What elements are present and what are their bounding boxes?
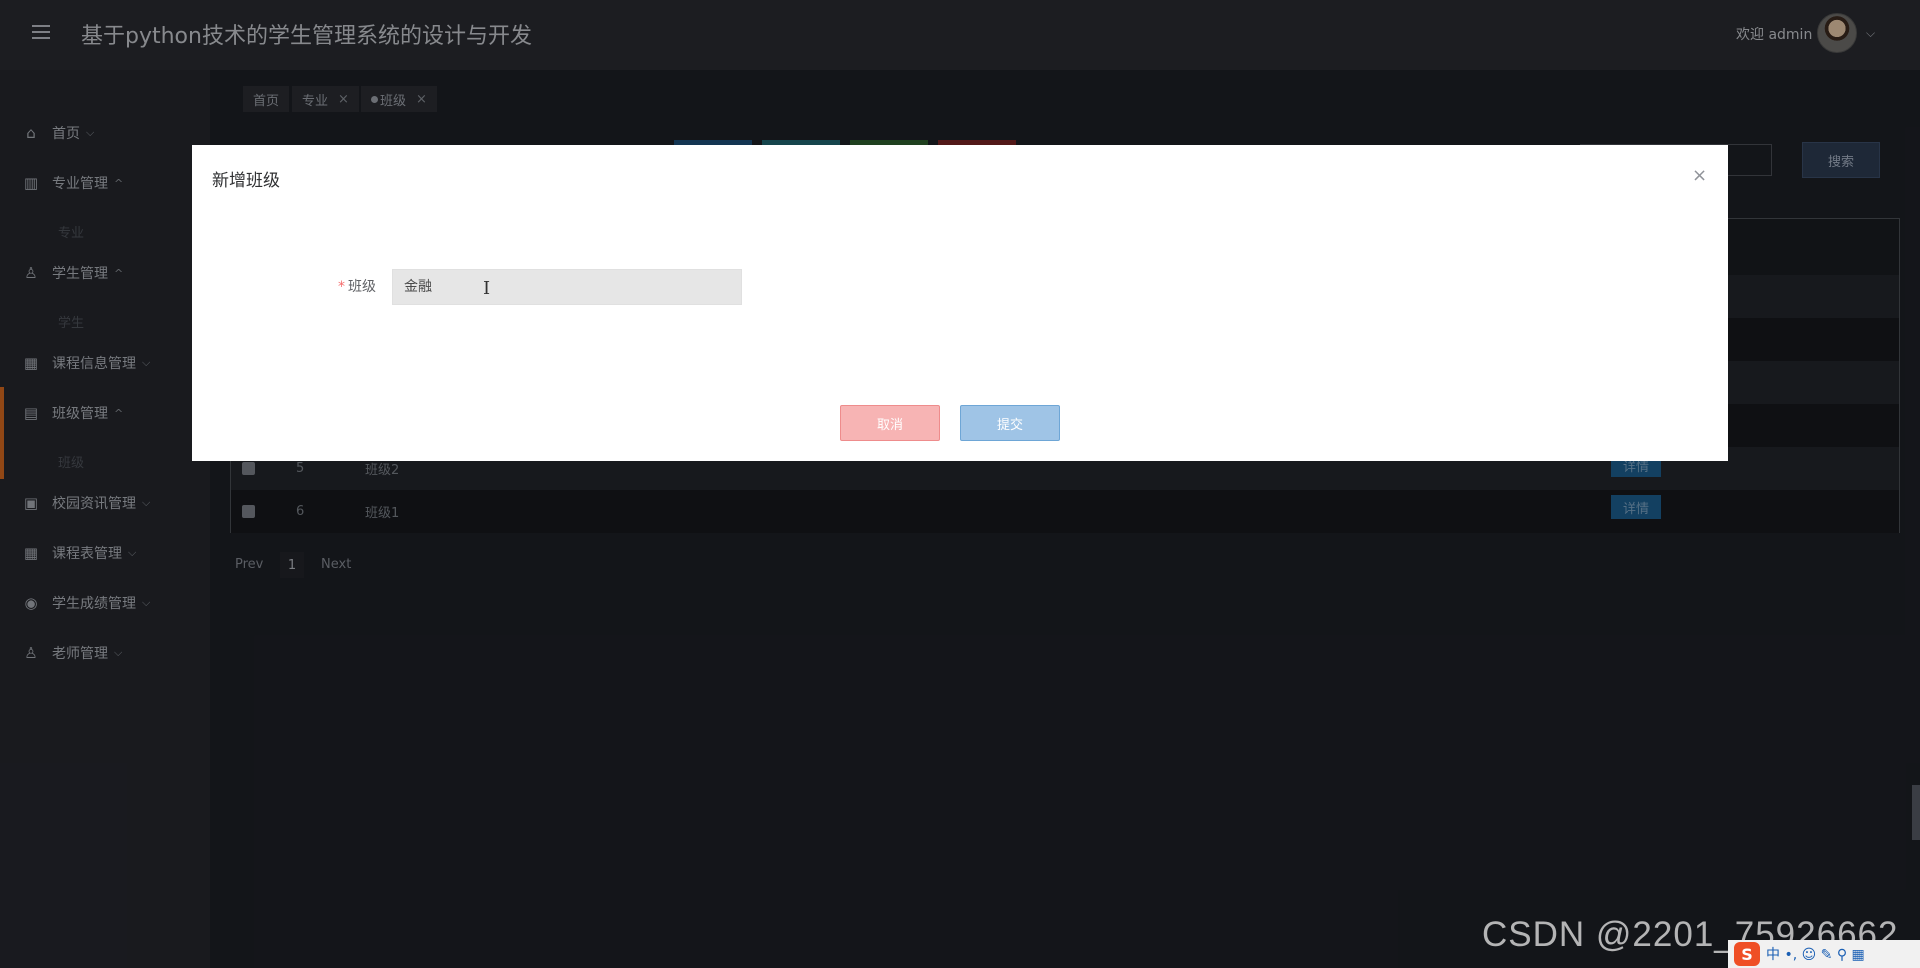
submit-button[interactable]: 提交 (960, 405, 1060, 441)
class-label-text: 班级 (348, 279, 376, 295)
add-class-dialog: 新增班级 × * 班级 金融 I 取消 提交 (192, 145, 1728, 461)
sogou-logo-icon: S (1734, 942, 1760, 966)
class-field-label: * 班级 (338, 276, 376, 296)
dialog-title: 新增班级 (212, 171, 280, 191)
ime-status-icons: 中 •, ☺ ✎ ⚲ ▦ (1766, 947, 1865, 963)
text-cursor-icon: I (483, 278, 491, 299)
cancel-button[interactable]: 取消 (840, 405, 940, 441)
close-icon[interactable]: × (1692, 165, 1707, 186)
class-name-input[interactable]: 金融 (392, 269, 742, 305)
ime-toolbar[interactable]: S 中 •, ☺ ✎ ⚲ ▦ (1728, 940, 1920, 968)
required-mark: * (338, 279, 345, 295)
scroll-indicator (1912, 785, 1920, 840)
